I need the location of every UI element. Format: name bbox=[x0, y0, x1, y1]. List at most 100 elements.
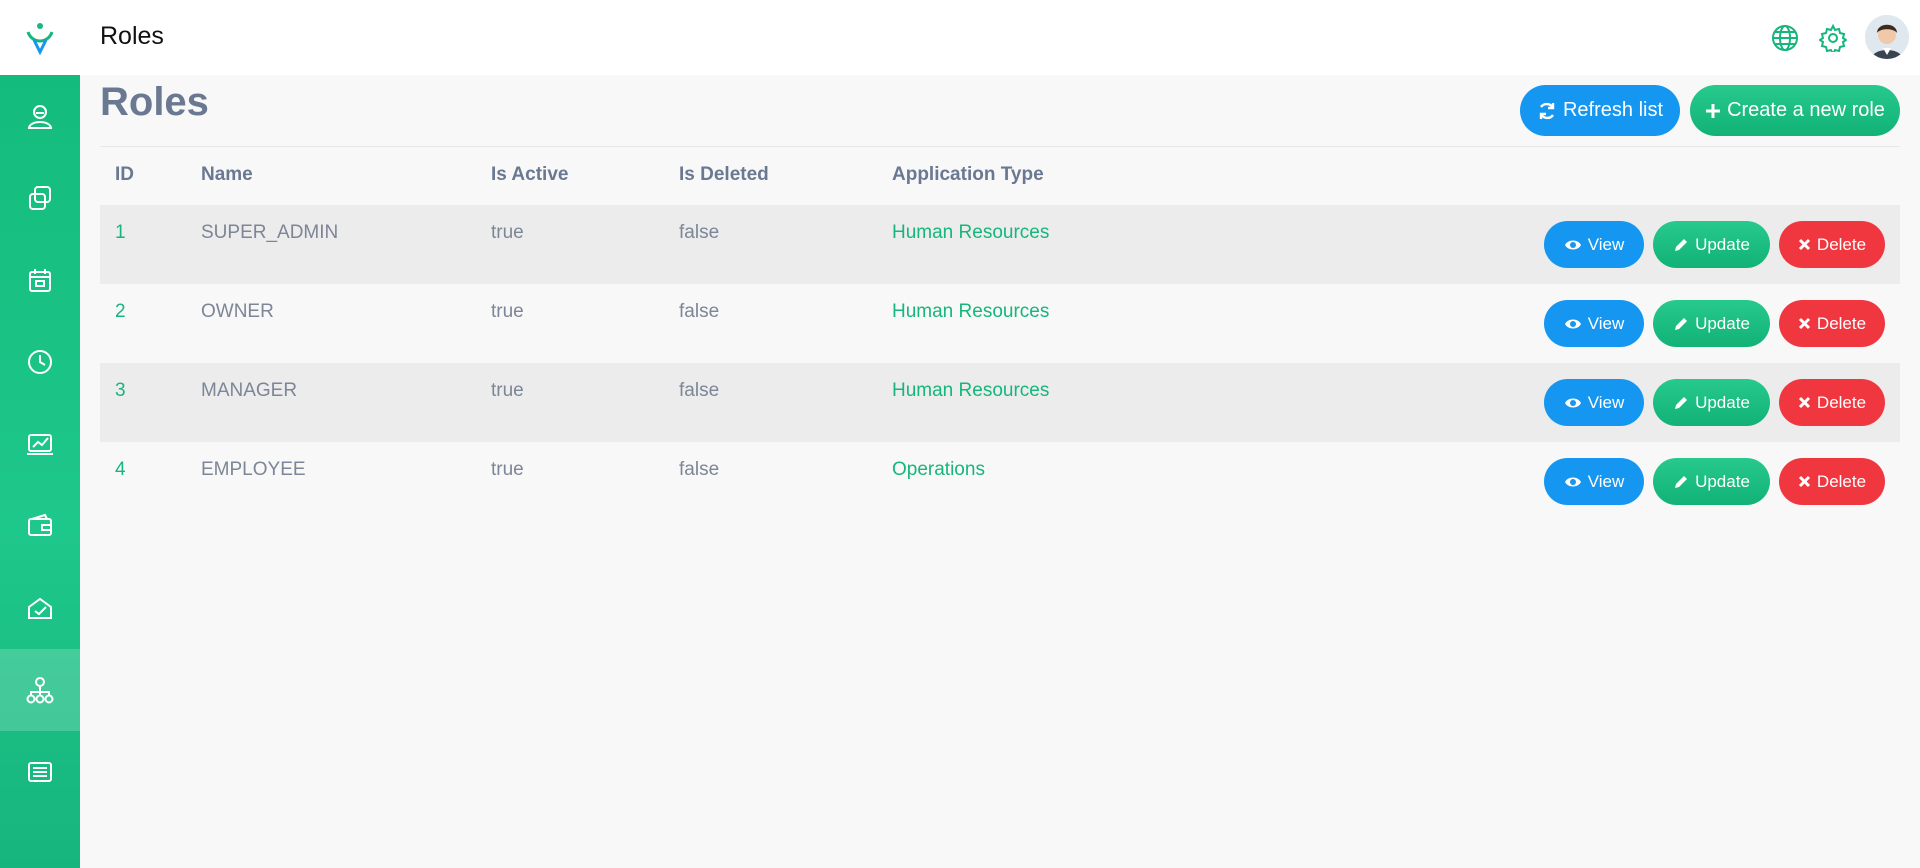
delete-label: Delete bbox=[1816, 313, 1867, 333]
column-header-application-type[interactable]: Application Type bbox=[892, 164, 1044, 186]
role-id: 1 bbox=[115, 222, 126, 243]
column-header-is-active[interactable]: Is Active bbox=[491, 164, 568, 186]
role-is-deleted: false bbox=[679, 380, 720, 401]
logo-icon bbox=[26, 22, 54, 55]
view-label: View bbox=[1587, 234, 1625, 254]
gear-icon bbox=[1819, 24, 1847, 52]
update-button[interactable]: Update bbox=[1653, 458, 1770, 505]
sidebar bbox=[0, 0, 80, 868]
page-title: Roles bbox=[100, 80, 209, 124]
view-button[interactable]: View bbox=[1544, 379, 1644, 426]
list-icon bbox=[28, 762, 52, 782]
role-application-type: Human Resources bbox=[892, 301, 1050, 322]
header-title: Roles bbox=[100, 22, 164, 50]
delete-button[interactable]: Delete bbox=[1779, 221, 1885, 268]
sidebar-item-documents[interactable] bbox=[0, 157, 80, 239]
copy-icon bbox=[29, 186, 51, 210]
role-is-deleted: false bbox=[679, 301, 720, 322]
sidebar-item-payroll[interactable] bbox=[0, 485, 80, 567]
close-icon bbox=[1798, 396, 1810, 409]
delete-label: Delete bbox=[1816, 392, 1867, 412]
language-button[interactable] bbox=[1769, 22, 1801, 54]
table-row: 3 MANAGER true false Human Resources Vie… bbox=[100, 363, 1900, 442]
update-button[interactable]: Update bbox=[1653, 379, 1770, 426]
table-row: 2 OWNER true false Human Resources View … bbox=[100, 284, 1900, 363]
roles-table: ID Name Is Active Is Deleted Application… bbox=[100, 150, 1900, 521]
table-row: 4 EMPLOYEE true false Operations View Up… bbox=[100, 442, 1900, 521]
plus-icon bbox=[1706, 103, 1721, 118]
role-name: OWNER bbox=[201, 301, 274, 322]
eye-icon bbox=[1564, 240, 1581, 249]
calendar-icon bbox=[29, 269, 51, 292]
delete-button[interactable]: Delete bbox=[1779, 458, 1885, 505]
role-application-type: Human Resources bbox=[892, 222, 1050, 243]
update-button[interactable]: Update bbox=[1653, 221, 1770, 268]
avatar-icon bbox=[1865, 15, 1909, 59]
view-button[interactable]: View bbox=[1544, 300, 1644, 347]
refresh-list-label: Refresh list bbox=[1562, 99, 1664, 121]
close-icon bbox=[1798, 238, 1810, 251]
table-row: 1 SUPER_ADMIN true false Human Resources… bbox=[100, 205, 1900, 284]
delete-label: Delete bbox=[1816, 471, 1867, 491]
role-name: SUPER_ADMIN bbox=[201, 222, 339, 243]
eye-icon bbox=[1564, 319, 1581, 328]
role-is-active: true bbox=[491, 380, 524, 401]
settings-button[interactable] bbox=[1817, 22, 1849, 54]
check-box-icon bbox=[28, 597, 52, 619]
view-button[interactable]: View bbox=[1544, 221, 1644, 268]
role-name: MANAGER bbox=[201, 380, 298, 401]
delete-label: Delete bbox=[1816, 234, 1867, 254]
role-id: 3 bbox=[115, 380, 126, 401]
clock-icon bbox=[28, 350, 52, 374]
create-role-button[interactable]: Create a new role bbox=[1690, 85, 1900, 136]
chart-icon bbox=[27, 434, 53, 455]
eye-icon bbox=[1564, 477, 1581, 486]
header-divider bbox=[100, 146, 1900, 147]
refresh-list-button[interactable]: Refresh list bbox=[1520, 85, 1680, 136]
delete-button[interactable]: Delete bbox=[1779, 300, 1885, 347]
sidebar-item-reports[interactable] bbox=[0, 403, 80, 485]
role-is-deleted: false bbox=[679, 222, 720, 243]
sidebar-item-users[interactable] bbox=[0, 75, 80, 157]
top-header: Roles bbox=[80, 0, 1920, 75]
update-label: Update bbox=[1695, 234, 1750, 254]
sidebar-item-calendar[interactable] bbox=[0, 239, 80, 321]
role-is-active: true bbox=[491, 459, 524, 480]
pencil-icon bbox=[1675, 238, 1688, 251]
sidebar-item-time[interactable] bbox=[0, 321, 80, 403]
close-icon bbox=[1798, 475, 1810, 488]
role-is-deleted: false bbox=[679, 459, 720, 480]
update-label: Update bbox=[1695, 313, 1750, 333]
role-name: EMPLOYEE bbox=[201, 459, 306, 480]
eye-icon bbox=[1564, 398, 1581, 407]
view-label: View bbox=[1587, 313, 1625, 333]
role-id: 4 bbox=[115, 459, 126, 480]
column-header-id[interactable]: ID bbox=[115, 164, 134, 186]
role-id: 2 bbox=[115, 301, 126, 322]
create-role-label: Create a new role bbox=[1727, 99, 1885, 121]
role-is-active: true bbox=[491, 222, 524, 243]
update-button[interactable]: Update bbox=[1653, 300, 1770, 347]
view-button[interactable]: View bbox=[1544, 458, 1644, 505]
user-avatar[interactable] bbox=[1865, 15, 1909, 59]
sidebar-item-roles[interactable] bbox=[0, 649, 80, 731]
pencil-icon bbox=[1675, 396, 1688, 409]
column-header-name[interactable]: Name bbox=[201, 164, 253, 186]
close-icon bbox=[1798, 317, 1810, 330]
role-is-active: true bbox=[491, 301, 524, 322]
role-application-type: Operations bbox=[892, 459, 985, 480]
table-header-row: ID Name Is Active Is Deleted Application… bbox=[100, 150, 1900, 205]
globe-icon bbox=[1772, 25, 1798, 51]
app-logo[interactable] bbox=[0, 0, 80, 75]
refresh-icon bbox=[1539, 102, 1555, 119]
column-header-is-deleted[interactable]: Is Deleted bbox=[679, 164, 769, 186]
sidebar-item-list[interactable] bbox=[0, 731, 80, 813]
sidebar-item-tasks[interactable] bbox=[0, 567, 80, 649]
user-icon bbox=[27, 105, 53, 129]
wallet-icon bbox=[28, 513, 52, 536]
pencil-icon bbox=[1675, 317, 1688, 330]
delete-button[interactable]: Delete bbox=[1779, 379, 1885, 426]
view-label: View bbox=[1587, 471, 1625, 491]
update-label: Update bbox=[1695, 392, 1750, 412]
view-label: View bbox=[1587, 392, 1625, 412]
